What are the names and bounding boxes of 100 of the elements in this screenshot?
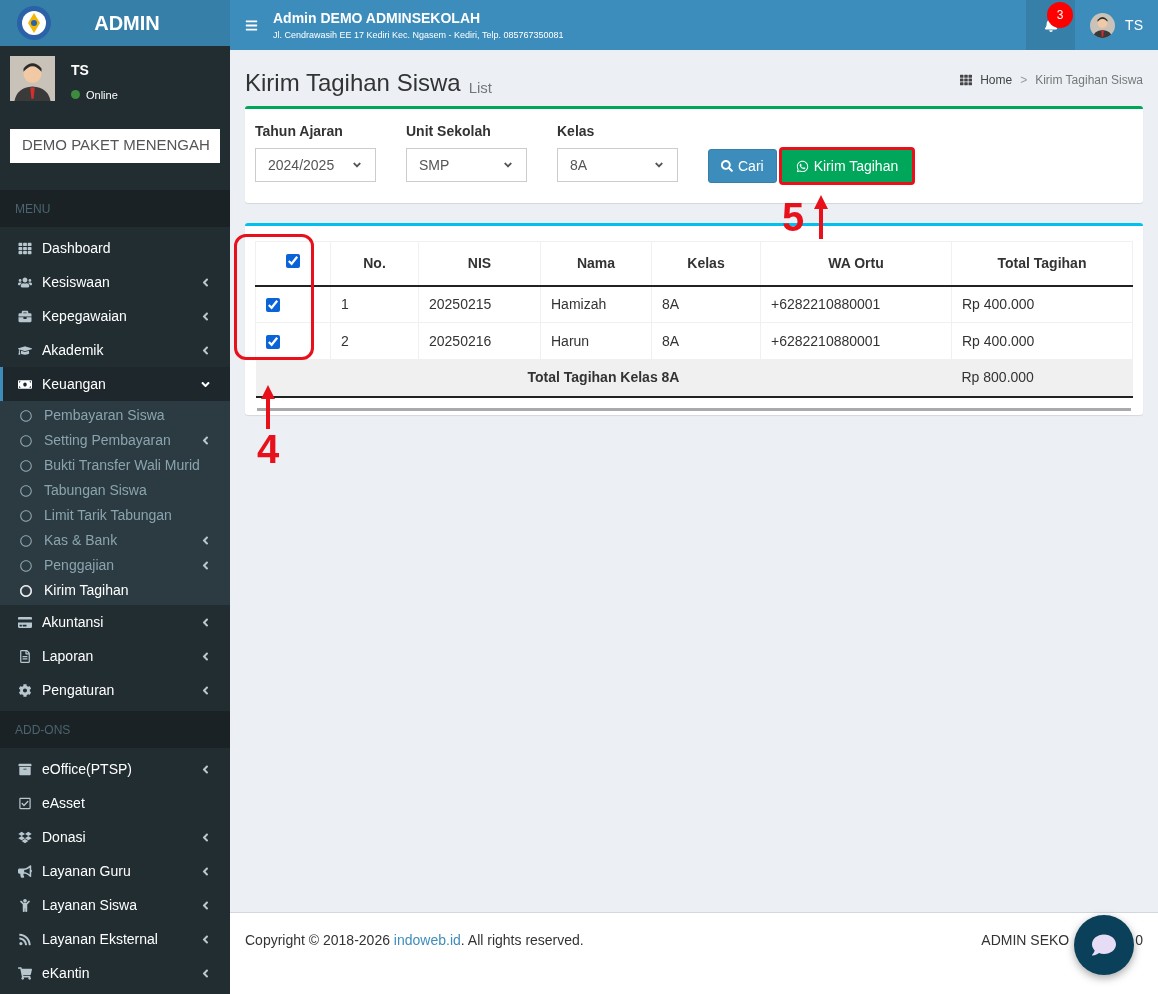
column-header: NIS xyxy=(418,241,541,286)
sidebar-item[interactable]: Layanan Siswa xyxy=(0,888,230,922)
credit-card-icon xyxy=(18,615,32,629)
sidebar-item[interactable]: eAsset xyxy=(0,786,230,820)
breadcrumb-item[interactable]: Home xyxy=(980,71,1013,89)
search-button[interactable]: Cari xyxy=(708,149,777,183)
notification-count: 3 xyxy=(1047,2,1074,28)
sidebar-item[interactable]: eOffice(PTSP) xyxy=(0,752,230,786)
submenu-item[interactable]: Limit Tarik Tabungan xyxy=(0,503,230,528)
submenu-item[interactable]: Penggajian xyxy=(0,553,230,578)
sidebar-item[interactable]: Layanan Guru xyxy=(0,854,230,888)
footer-version: ADMIN SEKO xyxy=(981,931,1070,950)
chat-bubble-icon xyxy=(1092,933,1116,957)
table-cell: Hamizah xyxy=(540,285,652,323)
table-cell: Rp 400.000 xyxy=(951,285,1133,323)
briefcase-icon xyxy=(18,309,32,323)
banknote-icon xyxy=(18,377,32,391)
emblem-icon xyxy=(16,4,52,41)
table-cell: Rp 400.000 xyxy=(951,322,1133,360)
table-cell: 2 xyxy=(330,322,419,360)
submenu-item[interactable]: Bukti Transfer Wali Murid xyxy=(0,453,230,478)
filter-label: Unit Sekolah xyxy=(406,122,492,141)
table-cell: +6282210880001 xyxy=(760,322,952,360)
table-cell: 8A xyxy=(651,322,761,360)
status-text: Online xyxy=(86,87,118,103)
sidebar-item[interactable]: Kepegawaian xyxy=(0,299,230,333)
page-subtitle: List xyxy=(468,80,492,95)
grid-icon xyxy=(960,74,973,86)
filter-label: Tahun Ajaran xyxy=(255,122,344,141)
row-checkbox[interactable] xyxy=(266,334,280,349)
submenu-item[interactable]: Kirim Tagihan xyxy=(0,578,230,603)
arrow-up-icon xyxy=(814,195,829,239)
column-header: Kelas xyxy=(651,241,761,286)
row-checkbox[interactable] xyxy=(266,298,280,313)
child-icon xyxy=(18,898,32,912)
column-header: Nama xyxy=(540,241,652,286)
arrow-up-icon xyxy=(261,385,276,429)
sidebar-item[interactable]: Donasi xyxy=(0,820,230,854)
select-all-checkbox[interactable] xyxy=(286,253,300,268)
sidebar-item[interactable]: Layanan Eksternal xyxy=(0,922,230,956)
sidebar-item[interactable]: Keuangan xyxy=(0,367,230,401)
sidebar-item[interactable]: Pengaturan xyxy=(0,673,230,707)
table-cell: 1 xyxy=(330,285,419,323)
avatar-icon xyxy=(1090,12,1116,38)
submenu-item[interactable]: Tabungan Siswa xyxy=(0,478,230,503)
submenu-item[interactable]: Pembayaran Siswa xyxy=(0,403,230,428)
search-icon xyxy=(721,160,733,172)
page-title: Kirim Tagihan Siswa xyxy=(245,71,461,95)
user-name: TS xyxy=(71,60,90,80)
menu-icon[interactable] xyxy=(245,18,258,32)
copyright-text: Copyright © 2018-2026 indoweb.id. All rights reserved. xyxy=(245,931,584,950)
column-header: No. xyxy=(330,241,419,286)
filter-select[interactable]: 2024/2025 xyxy=(255,148,376,182)
avatar-icon xyxy=(10,55,55,101)
table-cell: Harun xyxy=(540,322,652,360)
column-header: Total Tagihan xyxy=(951,241,1133,286)
submenu-item[interactable]: Kas & Bank xyxy=(0,528,230,553)
breadcrumb-separator: > xyxy=(1020,72,1028,89)
column-header: WA Ortu xyxy=(760,241,952,286)
archive-icon xyxy=(18,762,32,776)
settings-icon xyxy=(18,683,32,697)
total-label: Total Tagihan Kelas 8A xyxy=(255,359,952,397)
rss-icon xyxy=(18,932,32,946)
menu-section-header: ADD-ONS xyxy=(0,711,230,748)
sidebar-item[interactable]: Dashboard xyxy=(0,231,230,265)
document-icon xyxy=(18,649,32,663)
navbar-user[interactable]: TS xyxy=(1125,14,1143,36)
sidebar-item[interactable]: Akuntansi xyxy=(0,605,230,639)
cart-icon xyxy=(18,966,32,980)
step-number: 4 xyxy=(257,429,280,469)
menu-section-header: MENU xyxy=(0,190,230,227)
school-name: Admin DEMO ADMINSEKOLAH xyxy=(273,10,482,25)
chat-button[interactable] xyxy=(1074,915,1134,975)
footer-link[interactable]: indoweb.id xyxy=(393,932,461,948)
table-cell: 20250215 xyxy=(418,285,541,323)
filter-select[interactable]: SMP xyxy=(406,148,527,182)
graduation-cap-icon xyxy=(18,343,32,357)
checkbox-icon xyxy=(18,796,32,810)
school-address: Jl. Cendrawasih EE 17 Kediri Kec. Ngasem - Kediri, Telp. 085767350081 xyxy=(273,30,564,40)
grid-icon xyxy=(18,241,32,255)
footer-version-end: 0 xyxy=(1135,931,1143,950)
notification-button[interactable]: 3 xyxy=(1026,0,1076,50)
boxes-icon xyxy=(18,830,32,844)
submenu-item[interactable]: Setting Pembayaran xyxy=(0,428,230,453)
users-icon xyxy=(18,275,32,289)
table-cell: +6282210880001 xyxy=(760,285,952,323)
brand-title: ADMIN xyxy=(93,10,161,36)
filter-select[interactable]: 8A xyxy=(557,148,678,182)
sidebar-item[interactable]: Laporan xyxy=(0,639,230,673)
table-cell: 20250216 xyxy=(418,322,541,360)
sidebar-item[interactable]: Kesiswaan xyxy=(0,265,230,299)
megaphone-icon xyxy=(18,864,32,878)
sidebar-item[interactable]: Akademik xyxy=(0,333,230,367)
breadcrumb-item: Kirim Tagihan Siswa xyxy=(1035,72,1143,89)
filter-label: Kelas xyxy=(557,122,596,141)
total-value: Rp 800.000 xyxy=(951,359,1133,397)
sidebar-item[interactable]: eKantin xyxy=(0,956,230,990)
package-select[interactable]: DEMO PAKET MENENGAH xyxy=(10,128,220,163)
table-cell: 8A xyxy=(651,285,761,323)
whatsapp-icon xyxy=(795,159,809,173)
